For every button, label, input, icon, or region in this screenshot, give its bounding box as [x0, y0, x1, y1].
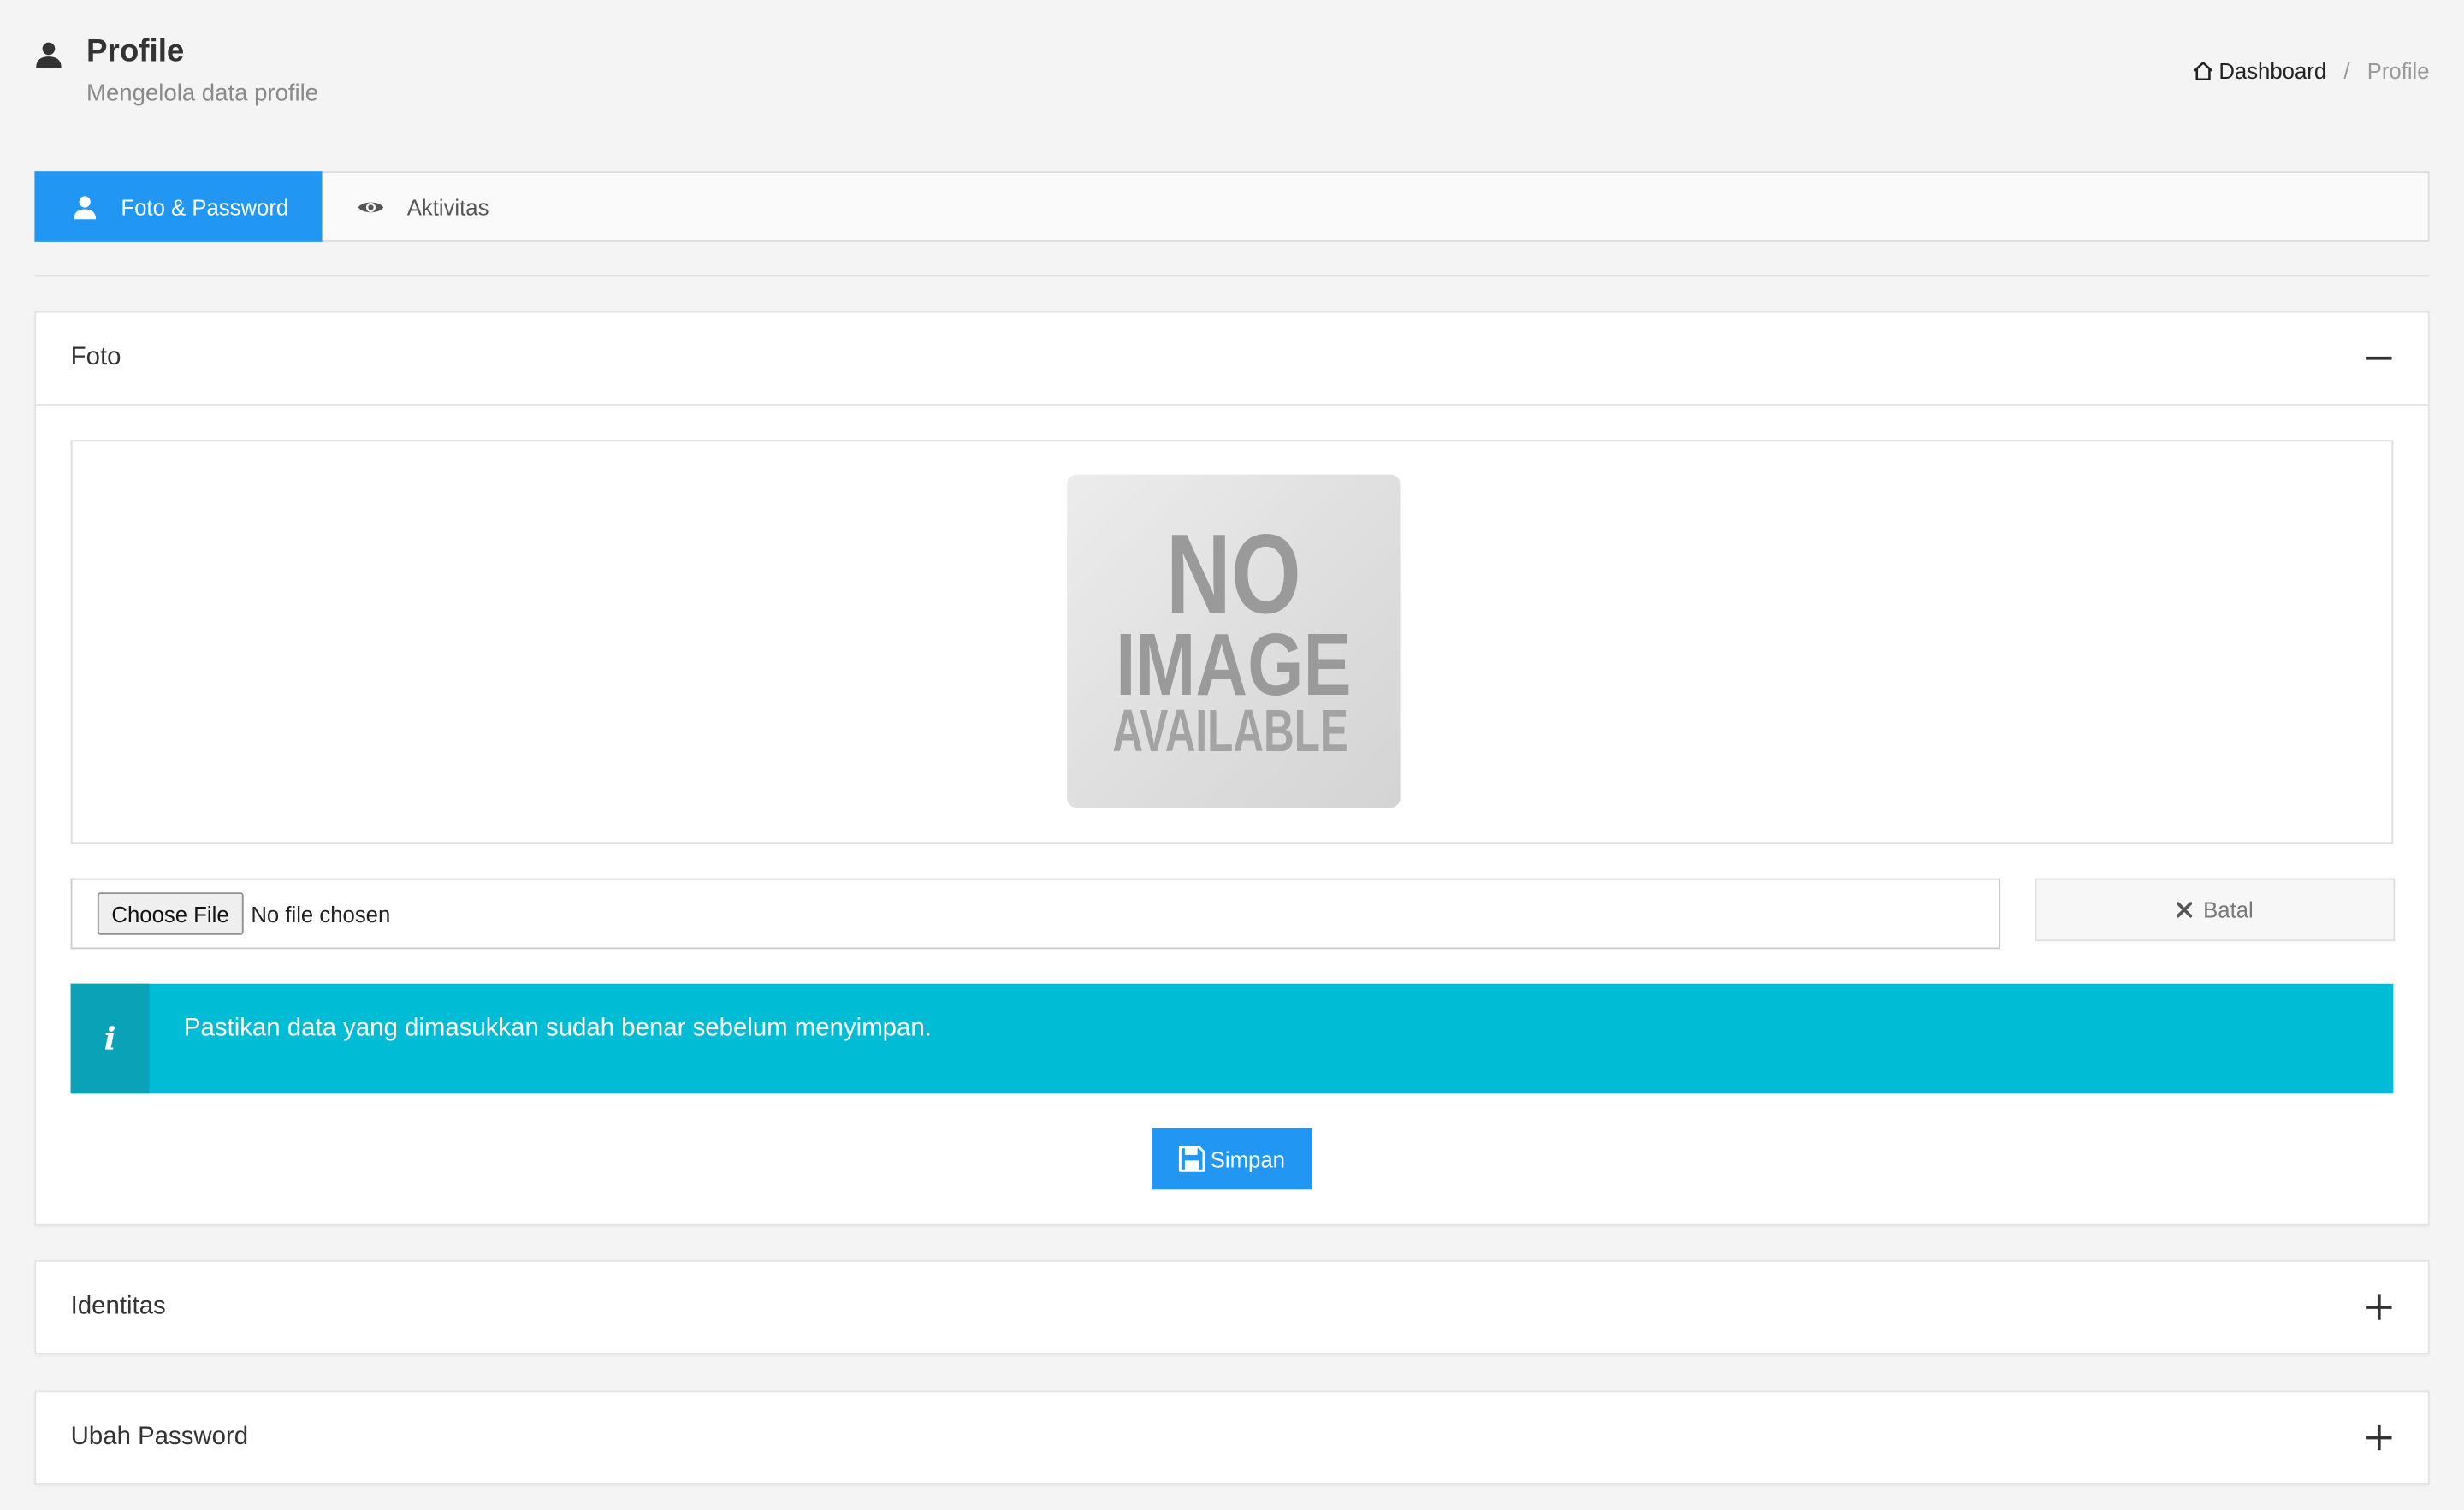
user-icon [36, 42, 62, 68]
plus-icon[interactable] [2365, 1424, 2393, 1452]
page-header: Profile Mengelola data profile Dashboard… [34, 28, 2430, 122]
tab-bar: Foto & Password Aktivitas [34, 171, 2430, 242]
breadcrumb-dashboard-label: Dashboard [2218, 57, 2327, 84]
plus-icon[interactable] [2365, 1294, 2393, 1322]
choose-file-button[interactable]: Choose File [97, 892, 244, 935]
panel-password-header[interactable]: Ubah Password [36, 1392, 2428, 1483]
user-icon [74, 195, 97, 219]
tab-foto-password[interactable]: Foto & Password [34, 171, 323, 242]
panel-title: Identitas [70, 1293, 166, 1320]
breadcrumb-separator: / [2343, 57, 2350, 84]
page-title: Profile [86, 34, 185, 69]
breadcrumb-current: Profile [2366, 57, 2430, 84]
cancel-label: Batal [2203, 897, 2254, 923]
minus-icon[interactable] [2365, 344, 2393, 372]
info-icon: i [70, 983, 150, 1094]
breadcrumb: Dashboard / Profile [2192, 56, 2430, 85]
save-button[interactable]: Simpan [1152, 1128, 1312, 1190]
page: Profile Mengelola data profile Dashboard… [0, 0, 2464, 1510]
eye-icon [358, 201, 384, 212]
panel-foto: Foto NO IMAGE AVAILABLE Choose File No f… [34, 311, 2430, 1226]
panel-ubah-password: Ubah Password [34, 1390, 2430, 1485]
no-image-graphic: NO IMAGE AVAILABLE [1112, 511, 1351, 764]
panel-title: Foto [70, 344, 121, 371]
save-label: Simpan [1210, 1146, 1285, 1172]
panel-identitas-header[interactable]: Identitas [36, 1262, 2428, 1353]
alert-message: Pastikan data yang dimasukkan sudah bena… [183, 1015, 932, 1042]
photo-file-input[interactable]: Choose File No file chosen [70, 878, 2001, 950]
panel-foto-body: NO IMAGE AVAILABLE Choose File No file c… [36, 404, 2428, 1224]
tab-label: Aktivitas [406, 193, 489, 220]
breadcrumb-dashboard-link[interactable]: Dashboard [2192, 56, 2326, 85]
file-status-text: No file chosen [251, 901, 391, 927]
panel-title: Ubah Password [70, 1423, 249, 1451]
page-subtitle: Mengelola data profile [86, 80, 319, 107]
divider [34, 275, 2430, 277]
panel-identitas: Identitas [34, 1259, 2430, 1355]
tab-aktivitas[interactable]: Aktivitas [323, 171, 489, 242]
tab-label: Foto & Password [121, 193, 289, 220]
save-icon [1179, 1146, 1205, 1172]
home-icon [2193, 62, 2212, 81]
cancel-button[interactable]: Batal [2035, 878, 2396, 942]
panel-foto-header[interactable]: Foto [36, 312, 2428, 404]
no-image-line3: AVAILABLE [1112, 697, 1348, 764]
photo-preview-frame: NO IMAGE AVAILABLE [70, 440, 2394, 844]
info-alert: i Pastikan data yang dimasukkan sudah be… [70, 983, 2394, 1094]
no-image-placeholder: NO IMAGE AVAILABLE [1067, 474, 1401, 808]
close-icon [2176, 902, 2193, 918]
